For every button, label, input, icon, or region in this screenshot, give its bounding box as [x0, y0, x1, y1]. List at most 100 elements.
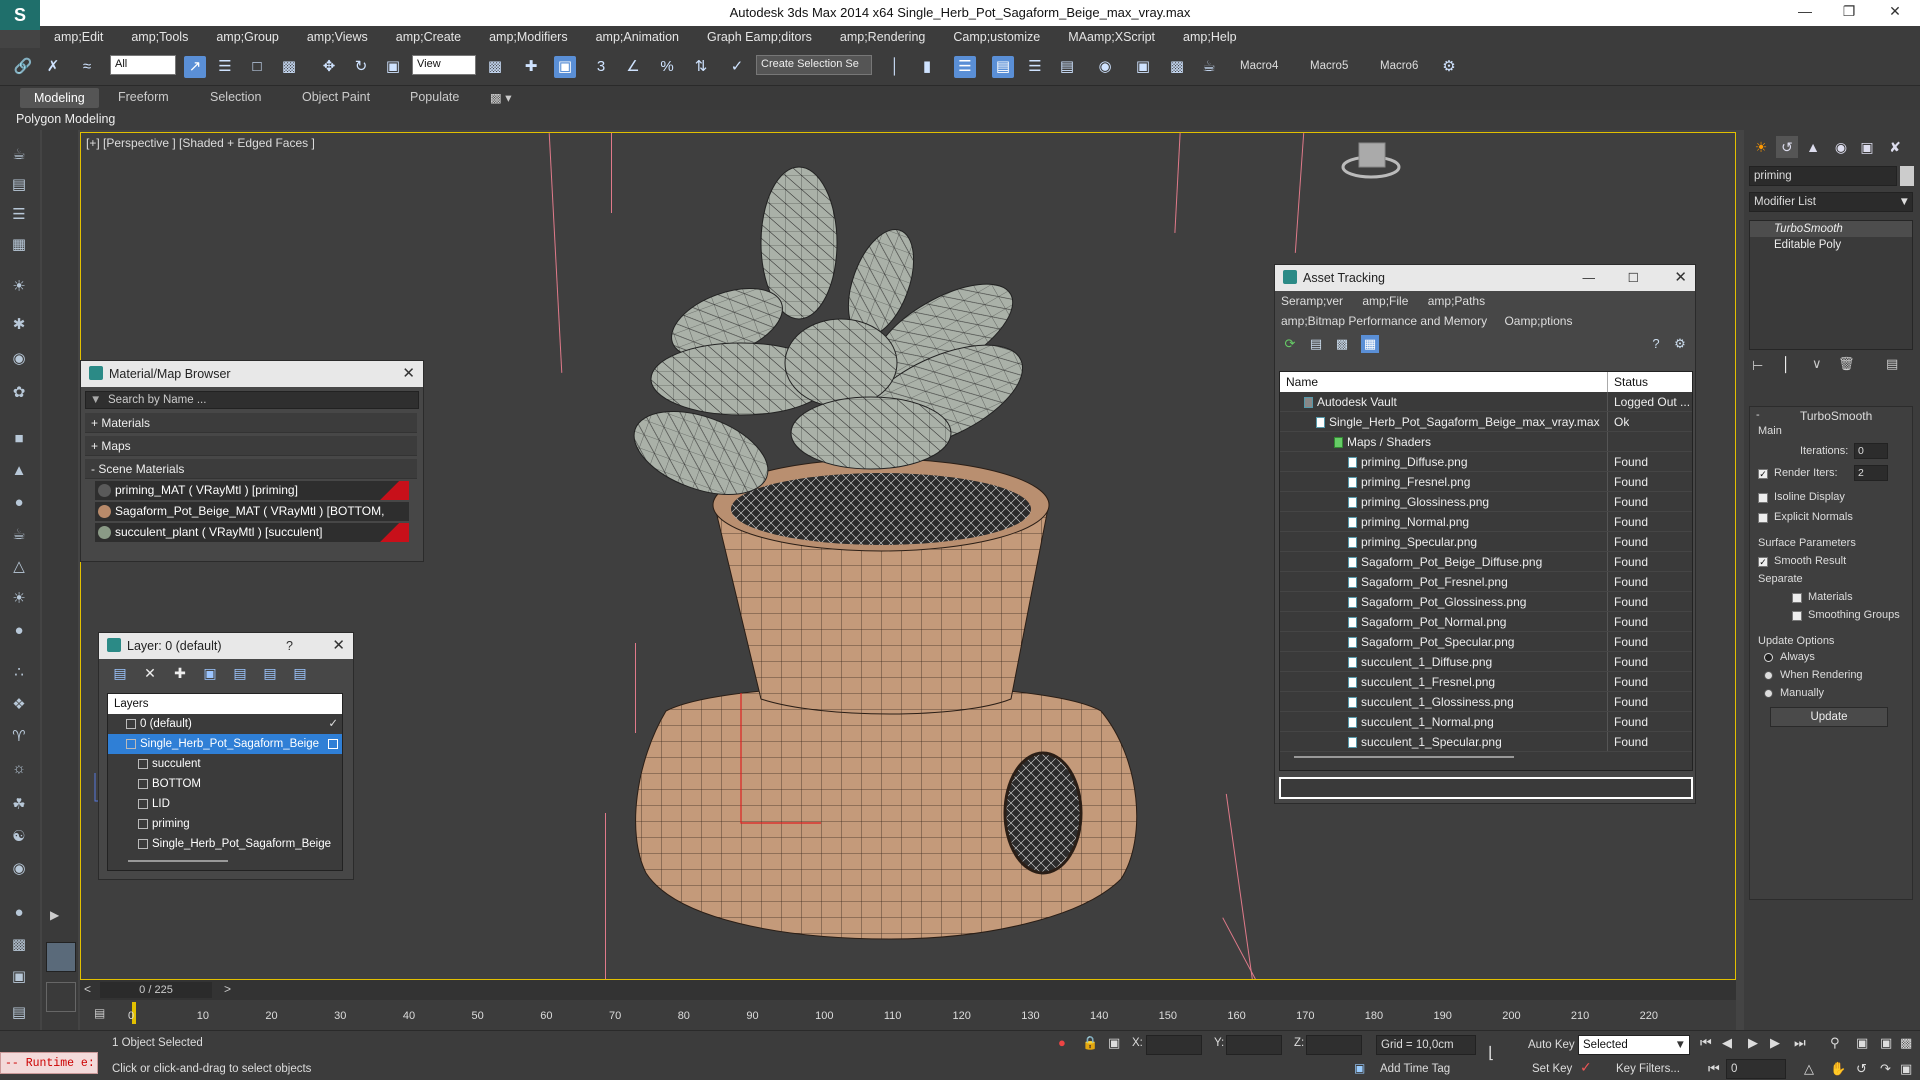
ribbon-options-icon[interactable]: ▩ ▾ [490, 90, 512, 105]
zoom-icon[interactable]: ⚲ [1830, 1035, 1840, 1051]
tab-populate[interactable]: Populate [410, 90, 459, 104]
menu-group[interactable]: amp;Group [216, 30, 279, 44]
move-icon[interactable]: ✥ [318, 56, 340, 78]
active-check-icon[interactable]: ✓ [328, 714, 338, 734]
modify-tab-icon[interactable]: ↺ [1776, 136, 1798, 158]
asset-row[interactable]: succulent_1_Specular.png Found [1280, 732, 1692, 752]
modifier-turbosmooth[interactable]: TurboSmooth [1750, 221, 1912, 237]
menu-customize[interactable]: Camp;ustomize [953, 30, 1040, 44]
lock-icon[interactable]: 🔒 [1082, 1035, 1098, 1051]
layer-row-herb-pot[interactable]: Single_Herb_Pot_Sagaform_Beige [108, 734, 342, 754]
light-bulb-icon[interactable]: ☀ [8, 276, 30, 298]
pin-stack-icon[interactable]: ⊢ [1752, 358, 1763, 374]
time-slider-thumb[interactable]: 0 / 225 [100, 982, 212, 998]
angle-snap-icon[interactable]: ∠ [622, 56, 644, 78]
absolute-mode-icon[interactable]: ▣ [1108, 1035, 1120, 1051]
box-icon[interactable]: ■ [8, 428, 30, 450]
rendered-frame-icon[interactable]: ▩ [1166, 56, 1188, 78]
asset-row[interactable]: priming_Specular.png Found [1280, 532, 1692, 552]
layer-set-current-icon[interactable] [328, 739, 338, 749]
bubble-icon[interactable]: ✿ [8, 382, 30, 404]
set-key-icon[interactable]: ✓ [1580, 1059, 1592, 1076]
settings-icon[interactable]: ⚙ [1671, 335, 1689, 353]
maxscript-listener[interactable]: -- Runtime e: [0, 1052, 98, 1074]
chevron-down-icon[interactable]: ▼ [1899, 193, 1910, 211]
table-view-icon[interactable]: ▦ [1361, 335, 1379, 353]
asset-row[interactable]: Sagaform_Pot_Normal.png Found [1280, 612, 1692, 632]
modifier-editable-poly[interactable]: Editable Poly [1750, 237, 1912, 253]
expand-arrow-icon[interactable]: ▶ [50, 908, 59, 922]
named-selection-set-dropdown[interactable]: Create Selection Se [756, 55, 872, 75]
create-tab-icon[interactable]: ☀ [1750, 136, 1772, 158]
close-icon[interactable]: ✕ [332, 633, 345, 659]
quad-viewport-layout-icon[interactable] [46, 982, 76, 1012]
manually-radio[interactable] [1764, 689, 1773, 698]
list-view-icon[interactable]: ▤ [1307, 335, 1325, 353]
status-column-header[interactable]: Status [1608, 372, 1648, 392]
next-key-icon[interactable]: ▶ [1770, 1035, 1780, 1051]
layer-row-object[interactable]: LID [108, 794, 342, 814]
align-icon[interactable]: ▮ [916, 56, 938, 78]
zoom-extents-icon[interactable]: ▣ [1880, 1035, 1892, 1051]
orbit-icon[interactable]: ↺ [1856, 1061, 1867, 1077]
scale-icon[interactable]: ▣ [382, 56, 404, 78]
when-rendering-radio[interactable] [1764, 671, 1773, 680]
key-selection-dropdown[interactable]: Selected ▼ [1578, 1035, 1690, 1055]
menu-edit[interactable]: amp;Edit [54, 30, 103, 44]
layer-row-object[interactable]: Single_Herb_Pot_Sagaform_Beige [108, 834, 342, 854]
polygon-modeling-label[interactable]: Polygon Modeling [16, 112, 115, 126]
document-icon[interactable]: ▤ [8, 1002, 30, 1024]
tab-object-paint[interactable]: Object Paint [302, 90, 370, 104]
object-color-swatch[interactable] [1900, 166, 1914, 186]
menu-graph-editors[interactable]: Graph Eamp;ditors [707, 30, 812, 44]
geosphere-icon[interactable]: ● [8, 492, 30, 514]
fov-icon[interactable]: △ [1804, 1061, 1814, 1077]
menu-help[interactable]: amp;Help [1183, 30, 1237, 44]
help-button[interactable]: ? [286, 633, 293, 659]
material-editor-icon[interactable]: ◉ [1094, 56, 1116, 78]
hair-icon[interactable]: ☯ [8, 826, 30, 848]
rotate-icon[interactable]: ↻ [350, 56, 372, 78]
spinner-snap-icon[interactable]: ⇅ [690, 56, 712, 78]
layer-row-object[interactable]: priming [108, 814, 342, 834]
menu-bitmap-performance[interactable]: amp;Bitmap Performance and Memory [1281, 314, 1487, 328]
scene-explorer-icon[interactable]: ▤ [8, 174, 30, 196]
percent-snap-icon[interactable]: % [656, 56, 678, 78]
configure-modifier-sets-icon[interactable]: ▤ [1886, 356, 1898, 372]
asset-row[interactable]: succulent_1_Fresnel.png Found [1280, 672, 1692, 692]
help-icon[interactable]: ? [1647, 335, 1665, 353]
asset-row[interactable]: priming_Glossiness.png Found [1280, 492, 1692, 512]
rollout-collapse-icon[interactable]: - [1756, 409, 1760, 421]
teapot-create-icon[interactable]: ☕ [8, 524, 30, 546]
update-button[interactable]: Update [1770, 707, 1888, 727]
y-coordinate-field[interactable] [1226, 1035, 1282, 1055]
menu-file[interactable]: amp;File [1362, 294, 1408, 308]
layer-row-object[interactable]: succulent [108, 754, 342, 774]
menu-paths[interactable]: amp;Paths [1428, 294, 1485, 308]
cone-icon[interactable]: ▲ [8, 460, 30, 482]
layer-manager-icon[interactable]: ☰ [954, 56, 976, 78]
min-max-toggle-icon[interactable]: ▣ [1900, 1061, 1912, 1077]
modifier-list-dropdown[interactable]: Modifier List ▼ [1749, 192, 1913, 212]
maximize-icon[interactable]: ☐ [1628, 265, 1639, 291]
macro4-button[interactable]: Macro4 [1240, 60, 1278, 72]
edit-named-selection-icon[interactable]: ✓ [726, 56, 748, 78]
minimize-icon[interactable]: — [1583, 265, 1596, 291]
asset-row[interactable]: priming_Normal.png Found [1280, 512, 1692, 532]
settings-gear-icon[interactable]: ⚙ [1438, 56, 1460, 78]
particles-icon[interactable]: ∴ [8, 662, 30, 684]
thumbnail-view-icon[interactable]: ▩ [1333, 335, 1351, 353]
show-end-result-icon[interactable]: │ [1782, 356, 1791, 372]
asset-row[interactable]: Sagaform_Pot_Glossiness.png Found [1280, 592, 1692, 612]
window-crossing-icon[interactable]: ▩ [278, 56, 300, 78]
object-name-field[interactable]: priming [1749, 166, 1897, 186]
tab-modeling[interactable]: Modeling [20, 88, 99, 108]
menu-create[interactable]: amp;Create [396, 30, 461, 44]
auto-key-button[interactable]: Auto Key [1528, 1039, 1575, 1051]
walkthrough-icon[interactable]: ↷ [1880, 1061, 1891, 1077]
biped-icon[interactable]: ♈ [8, 726, 30, 748]
search-dropdown-icon[interactable]: ▼ [90, 392, 101, 408]
asset-row[interactable]: Sagaform_Pot_Fresnel.png Found [1280, 572, 1692, 592]
maximize-icon[interactable]: ❐ [1834, 3, 1864, 20]
wrench-icon[interactable]: ✱ [8, 314, 30, 336]
